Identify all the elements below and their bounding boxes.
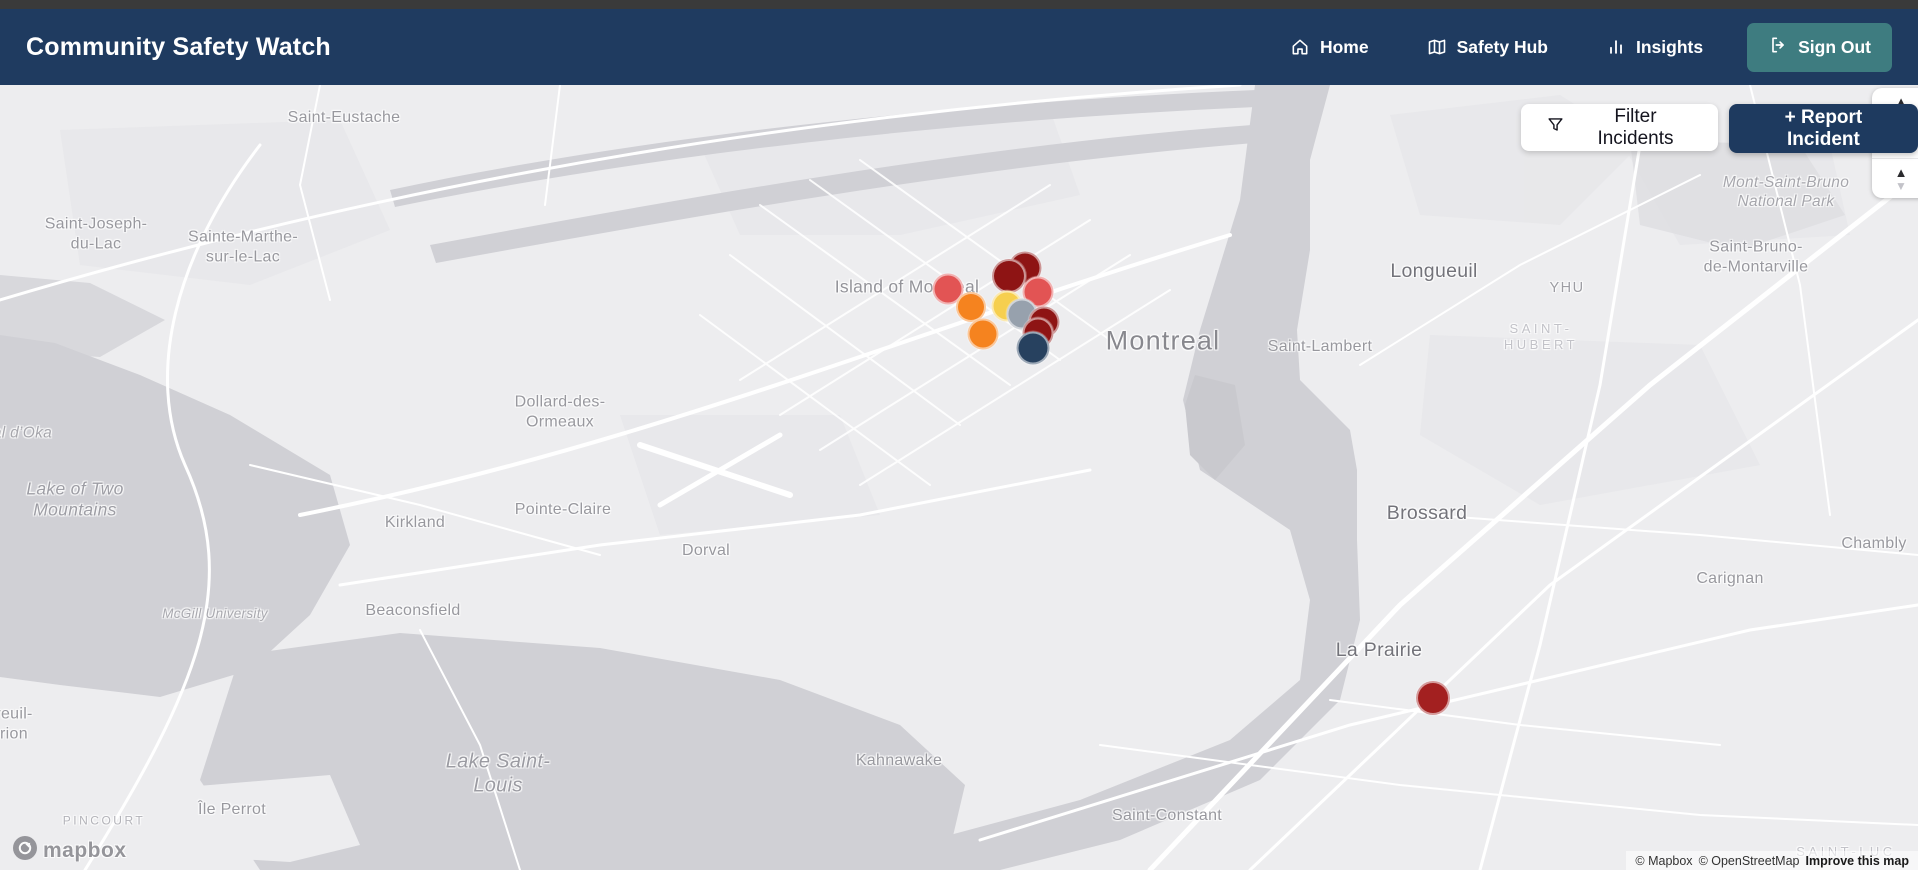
report-incident-button[interactable]: + Report Incident	[1728, 104, 1918, 153]
mapbox-attribution-link[interactable]: © Mapbox	[1635, 854, 1692, 868]
basemap	[0, 85, 1918, 870]
triangle-down-icon: ▼	[1895, 179, 1907, 193]
map-label: Saint-Constant	[1111, 807, 1223, 825]
filter-incidents-button[interactable]: Filter Incidents	[1521, 104, 1718, 151]
map-label: Kirkland	[384, 514, 446, 532]
nav-item-label: Insights	[1636, 36, 1704, 57]
map-icon	[1427, 37, 1447, 57]
map-label: Lake Saint- Louis	[445, 750, 551, 797]
map-label: Pointe-Claire	[514, 501, 612, 519]
map-label: Beaconsfield	[365, 602, 461, 620]
logout-icon	[1768, 35, 1788, 60]
sign-out-label: Sign Out	[1798, 36, 1871, 57]
app-window: Community Safety Watch Home Safety Hub Ins…	[0, 0, 1918, 870]
pitch-toggle-button[interactable]: ▲ ▼	[1872, 159, 1918, 198]
triangle-up-icon: ▲	[1894, 165, 1908, 180]
main-nav: Home Safety Hub Insights	[1290, 37, 1703, 58]
map-label: Carignan	[1696, 570, 1764, 588]
improve-map-link[interactable]: Improve this map	[1806, 854, 1910, 868]
map-label: Lake of Two Mountains	[26, 478, 124, 520]
map-label: Dollard-des- Ormeaux	[514, 393, 606, 430]
filter-icon	[1546, 115, 1565, 140]
bar-chart-icon	[1606, 37, 1626, 57]
incident-marker[interactable]	[967, 318, 999, 350]
incident-marker[interactable]	[956, 292, 986, 322]
mapbox-logo[interactable]: mapbox	[12, 835, 127, 866]
map-label: Chambly	[1841, 535, 1907, 553]
map-label: Dorval	[681, 542, 731, 560]
incident-marker[interactable]	[992, 259, 1026, 293]
map-label: McGill University	[162, 605, 268, 621]
map-label: Saint-Lambert	[1267, 338, 1373, 356]
nav-item-safety-hub[interactable]: Safety Hub	[1427, 37, 1548, 58]
map-toolbar: Filter Incidents + Report Incident	[1521, 104, 1918, 153]
incident-map[interactable]: Saint-Eustache Saint-Joseph-du-Lac Sainte-…	[0, 85, 1918, 870]
nav-item-label: Safety Hub	[1456, 36, 1548, 57]
map-label: Brossard	[1386, 502, 1468, 525]
map-attribution: © Mapbox © OpenStreetMap Improve this ma…	[1626, 851, 1918, 870]
map-label: Île Perrot	[198, 801, 266, 819]
map-label: Kahnawake	[855, 752, 943, 770]
map-label: YHU	[1549, 280, 1585, 297]
map-label: Mont-Saint-Bruno National Park	[1722, 174, 1850, 210]
map-label: Saint-Eustache	[287, 109, 401, 127]
map-label: La Prairie	[1335, 639, 1423, 662]
map-label: PINCOURT	[62, 813, 146, 828]
sign-out-button[interactable]: Sign Out	[1747, 22, 1892, 72]
map-label: Saint-Joseph-du-Lac	[44, 215, 148, 252]
mapbox-logo-icon	[12, 835, 38, 866]
incident-marker[interactable]	[1416, 681, 1450, 715]
app-title: Community Safety Watch	[26, 32, 331, 61]
map-label: Sainte-Marthe-sur-le-Lac	[187, 228, 299, 265]
map-label: Longueuil	[1390, 260, 1478, 283]
filter-incidents-label: Filter Incidents	[1597, 105, 1674, 149]
nav-item-insights[interactable]: Insights	[1606, 37, 1703, 58]
mapbox-wordmark: mapbox	[43, 838, 127, 862]
nav-item-home[interactable]: Home	[1290, 37, 1369, 58]
map-label: reuil-rion	[0, 705, 33, 742]
map-label: nal d’Oka	[0, 424, 53, 442]
app-header: Community Safety Watch Home Safety Hub Ins…	[0, 9, 1918, 85]
map-label: SAINT- HUBERT	[1503, 321, 1579, 352]
map-label: Montreal	[1105, 325, 1221, 356]
map-label: Saint-Bruno-de-Montarville	[1703, 238, 1809, 275]
home-icon	[1290, 37, 1310, 57]
incident-marker[interactable]	[1016, 331, 1050, 365]
window-chrome-strip	[0, 0, 1918, 9]
nav-item-label: Home	[1319, 36, 1369, 57]
osm-attribution-link[interactable]: © OpenStreetMap	[1699, 854, 1800, 868]
